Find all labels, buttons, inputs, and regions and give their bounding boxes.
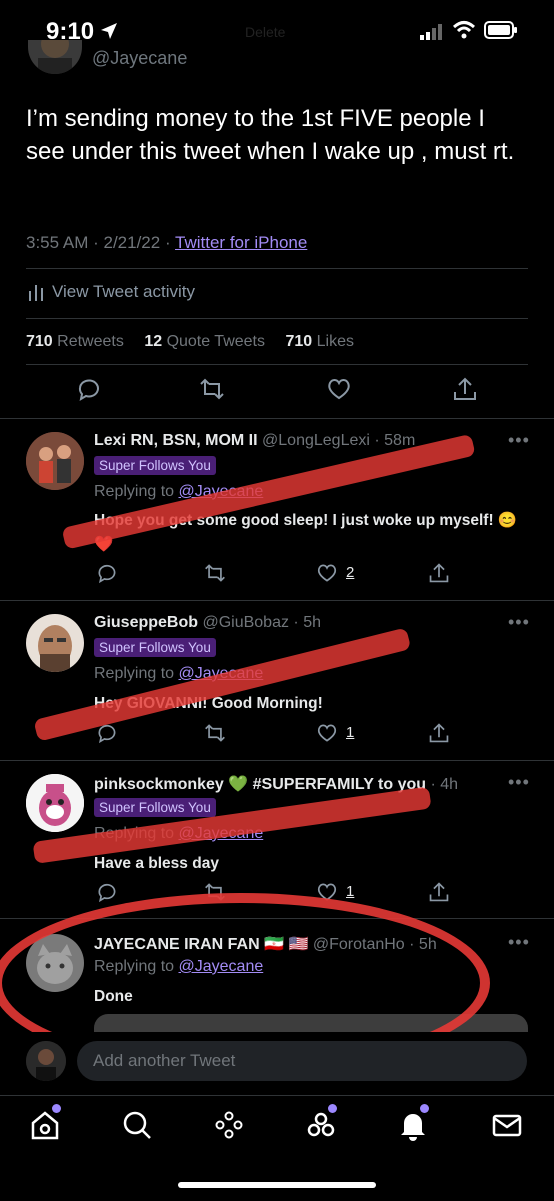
notifications-icon[interactable] — [396, 1108, 430, 1142]
like-count[interactable]: 1 — [346, 883, 354, 900]
view-activity-label: View Tweet activity — [52, 282, 195, 301]
home-notification-dot — [52, 1104, 61, 1113]
spaces-icon[interactable] — [212, 1108, 246, 1142]
divider — [26, 268, 528, 269]
communities-notification-dot — [328, 1104, 337, 1113]
divider — [0, 418, 554, 419]
like-count-link[interactable]: 710 Likes — [285, 333, 362, 350]
home-icon[interactable] — [28, 1108, 62, 1142]
home-indicator — [178, 1182, 376, 1188]
author-avatar[interactable] — [28, 40, 82, 74]
author-handle[interactable]: @Jayecane — [92, 48, 187, 69]
divider — [0, 760, 554, 761]
divider — [26, 364, 528, 365]
more-icon[interactable]: ••• — [508, 430, 530, 451]
tweet-actions — [0, 376, 554, 408]
retweet-icon[interactable] — [199, 376, 225, 402]
notifications-dot — [420, 1104, 429, 1113]
quote-count-link[interactable]: 12 Quote Tweets — [144, 333, 273, 350]
more-icon[interactable]: ••• — [508, 612, 530, 633]
reply-author[interactable]: GiuseppeBob @GiuBobaz · 5h — [94, 614, 321, 632]
super-follows-badge: Super Follows You — [94, 798, 216, 817]
activity-chart-icon — [29, 285, 43, 301]
wifi-icon — [452, 21, 476, 39]
cellular-signal-icon — [420, 24, 442, 40]
location-arrow-icon — [101, 23, 117, 39]
share-icon[interactable] — [428, 881, 450, 903]
retweet-icon[interactable] — [204, 562, 226, 584]
share-icon[interactable] — [452, 376, 478, 402]
retweet-icon[interactable] — [204, 722, 226, 744]
super-follows-badge: Super Follows You — [94, 638, 216, 657]
battery-icon — [484, 21, 517, 39]
more-icon[interactable]: ••• — [508, 772, 530, 793]
view-activity-button[interactable]: View Tweet activity — [28, 282, 195, 302]
reply-avatar[interactable] — [26, 432, 84, 490]
add-tweet-input[interactable]: Add another Tweet — [77, 1041, 527, 1081]
divider — [26, 318, 528, 319]
reply-icon[interactable] — [96, 562, 118, 584]
ghost-title: Delete — [245, 24, 286, 40]
like-count[interactable]: 1 — [346, 724, 354, 741]
like-count[interactable]: 2 — [346, 564, 354, 581]
reply-icon[interactable] — [76, 376, 102, 402]
super-follows-badge: Super Follows You — [94, 456, 216, 475]
share-icon[interactable] — [428, 722, 450, 744]
reply-text: Have a bless day — [94, 855, 219, 872]
tweet-date: 2/21/22 — [103, 233, 161, 252]
status-bar: 9:10 Delete — [0, 0, 554, 60]
more-icon[interactable]: ••• — [508, 932, 530, 953]
tweet-time: 3:55 AM — [26, 233, 89, 252]
heart-icon[interactable] — [316, 562, 338, 584]
reply-icon[interactable] — [96, 881, 118, 903]
communities-icon[interactable] — [304, 1108, 338, 1142]
messages-icon[interactable] — [490, 1108, 524, 1142]
retweet-count-link[interactable]: 710 Retweets — [26, 333, 132, 350]
heart-icon[interactable] — [316, 722, 338, 744]
reply-author[interactable]: Lexi RN, BSN, MOM II @LongLegLexi · 58m — [94, 432, 415, 450]
reply-avatar[interactable] — [26, 774, 84, 832]
divider — [0, 600, 554, 601]
engagement-counts: 710 Retweets 12 Quote Tweets 710 Likes — [26, 333, 370, 351]
tweet-meta: 3:55 AM · 2/21/22 · Twitter for iPhone — [26, 233, 308, 252]
tweet-source-link[interactable]: Twitter for iPhone — [175, 233, 307, 252]
tweet-text: I’m sending money to the 1st FIVE people… — [26, 105, 515, 165]
my-avatar[interactable] — [26, 1041, 66, 1081]
heart-icon[interactable] — [326, 376, 352, 402]
share-icon[interactable] — [428, 562, 450, 584]
search-icon[interactable] — [120, 1108, 154, 1142]
reply-avatar[interactable] — [26, 614, 84, 672]
